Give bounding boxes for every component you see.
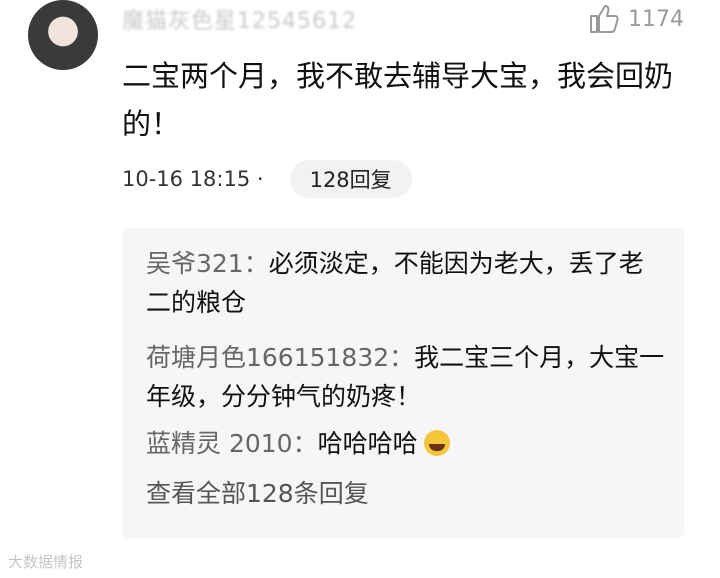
- reply-item[interactable]: 荷塘月色166151832：我二宝三个月，大宝一年级，分分钟气的奶疼！: [146, 338, 666, 416]
- reply-separator: ：: [292, 429, 318, 458]
- comment-username[interactable]: 魔猫灰色星12545612: [122, 3, 357, 35]
- reply-author[interactable]: 蓝精灵 2010: [146, 429, 293, 458]
- reply-item[interactable]: 吴爷321：必须淡定，不能因为老大，丢了老二的粮仓: [146, 244, 666, 322]
- reply-separator: ：: [389, 343, 415, 372]
- comment-timestamp: 10-16 18:15 ·: [122, 167, 264, 191]
- comment-meta: 10-16 18:15 · 128回复: [122, 160, 412, 198]
- reply-text: 哈哈哈哈: [317, 429, 418, 458]
- thumbs-up-icon: [590, 5, 619, 33]
- like-button[interactable]: 1174: [588, 4, 684, 34]
- comment-text: 二宝两个月，我不敢去辅导大宝，我会回奶的！: [122, 59, 674, 141]
- reply-item[interactable]: 蓝精灵 2010：哈哈哈哈: [146, 424, 666, 463]
- reply-count-button[interactable]: 128回复: [289, 160, 412, 198]
- reply-author[interactable]: 荷塘月色166151832: [146, 343, 389, 372]
- laughing-emoji-icon: [423, 430, 450, 456]
- watermark: 大数据情报: [8, 553, 84, 571]
- like-count: 1174: [628, 6, 684, 32]
- reply-separator: ：: [243, 249, 269, 278]
- reply-author[interactable]: 吴爷321: [146, 249, 244, 278]
- replies-box: 吴爷321：必须淡定，不能因为老大，丢了老二的粮仓 荷塘月色166151832：…: [122, 228, 684, 538]
- view-all-replies-link[interactable]: 查看全部128条回复: [146, 474, 369, 510]
- avatar[interactable]: [28, 0, 98, 70]
